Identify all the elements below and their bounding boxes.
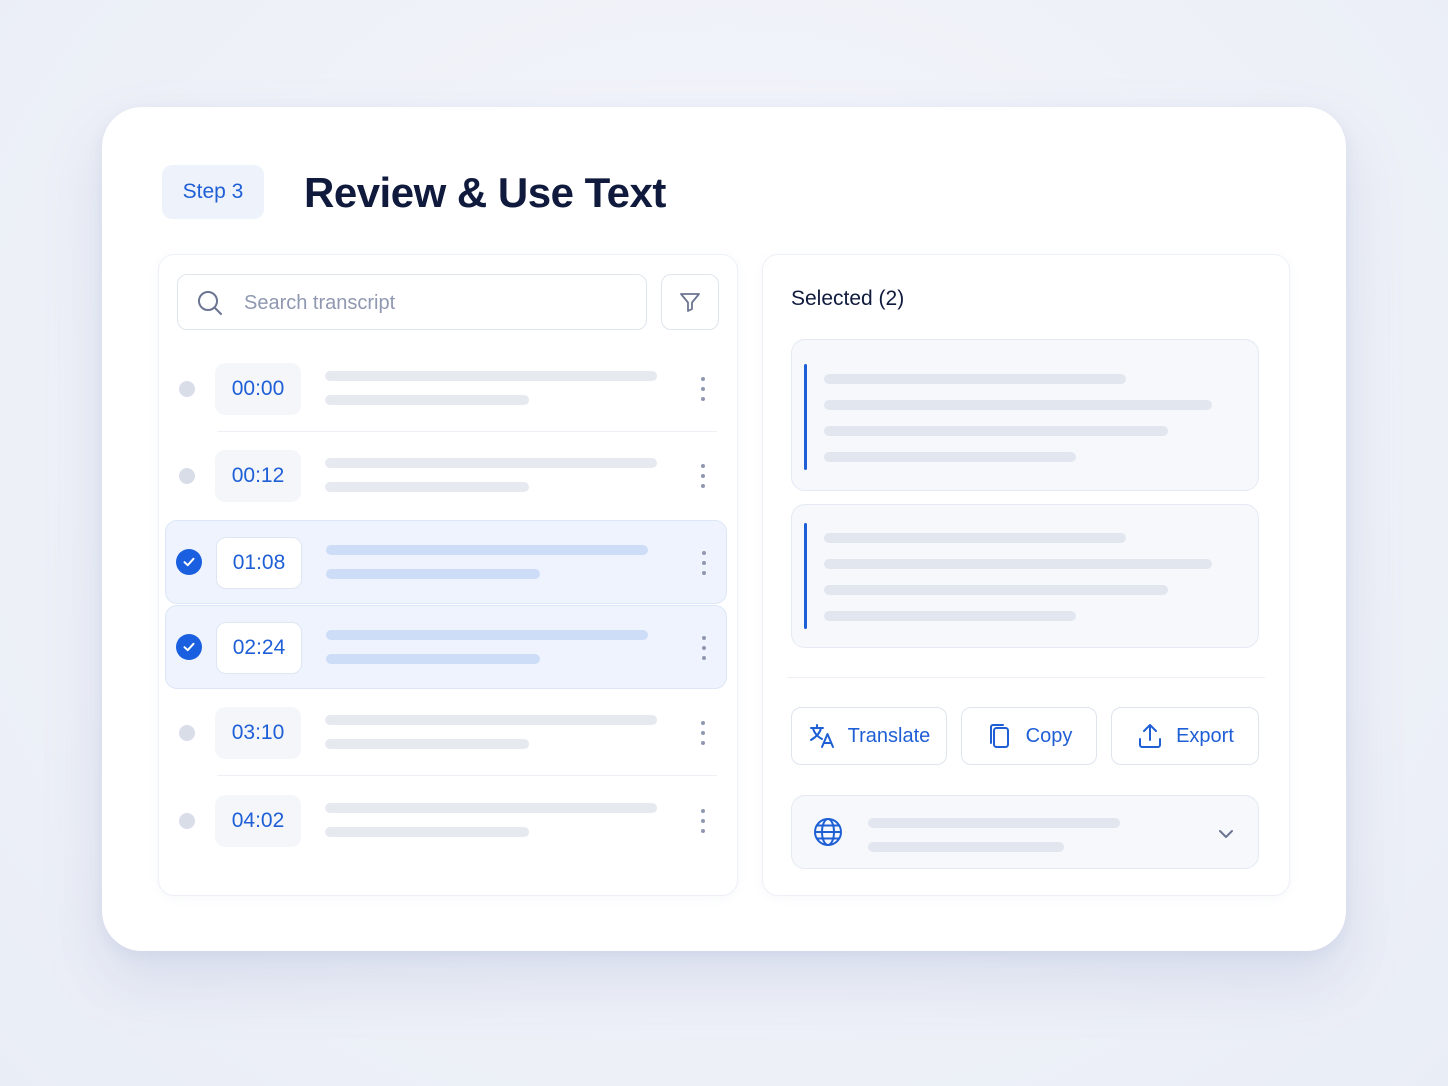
- selected-snippet[interactable]: [791, 504, 1259, 648]
- check-icon[interactable]: [176, 549, 202, 575]
- more-vertical-icon[interactable]: [695, 373, 711, 405]
- text-placeholder-line: [824, 400, 1212, 410]
- timestamp[interactable]: 00:12: [215, 450, 301, 502]
- more-vertical-icon[interactable]: [696, 632, 712, 664]
- snippet-accent-bar: [804, 523, 807, 629]
- selected-snippet[interactable]: [791, 339, 1259, 491]
- timestamp[interactable]: 00:00: [215, 363, 301, 415]
- transcript-row-selected[interactable]: 01:08: [165, 520, 727, 604]
- text-placeholder-line: [325, 803, 657, 813]
- search-box[interactable]: [177, 274, 647, 330]
- text-placeholder-line: [325, 371, 657, 381]
- transcript-row[interactable]: 03:10: [165, 691, 727, 776]
- transcript-row[interactable]: 00:12: [165, 434, 727, 518]
- more-vertical-icon[interactable]: [695, 717, 711, 749]
- text-placeholder-line: [824, 533, 1126, 543]
- export-label: Export: [1176, 724, 1234, 747]
- globe-icon: [814, 818, 842, 846]
- text-placeholder-line: [326, 545, 648, 555]
- transcript-row[interactable]: 04:02: [165, 779, 727, 863]
- translate-label: Translate: [847, 724, 931, 747]
- export-button[interactable]: Export: [1111, 707, 1259, 765]
- unselected-dot[interactable]: [179, 468, 195, 484]
- text-placeholder-line: [824, 585, 1168, 595]
- page-background: Step 3 Review & Use Text 00:00: [0, 0, 1448, 1086]
- timestamp[interactable]: 04:02: [215, 795, 301, 847]
- row-divider: [217, 431, 717, 432]
- text-placeholder-line: [824, 611, 1076, 621]
- more-vertical-icon[interactable]: [695, 805, 711, 837]
- transcript-row[interactable]: 00:00: [165, 347, 727, 432]
- text-placeholder-line: [824, 426, 1168, 436]
- text-placeholder-line: [868, 842, 1064, 852]
- search-icon: [198, 291, 222, 315]
- text-placeholder-line: [325, 715, 657, 725]
- text-placeholder-line: [326, 630, 648, 640]
- text-placeholder-line: [326, 569, 540, 579]
- chevron-down-icon[interactable]: [1216, 824, 1236, 844]
- text-placeholder-line: [868, 818, 1120, 828]
- translate-button[interactable]: Translate: [791, 707, 947, 765]
- unselected-dot[interactable]: [179, 381, 195, 397]
- text-placeholder-line: [325, 827, 529, 837]
- language-select[interactable]: [791, 795, 1259, 869]
- check-icon[interactable]: [176, 634, 202, 660]
- selected-panel: Selected (2) Translate Copy Export: [762, 254, 1290, 896]
- timestamp[interactable]: 02:24: [216, 622, 302, 674]
- translate-icon: [809, 724, 834, 748]
- snippet-accent-bar: [804, 364, 807, 470]
- text-placeholder-line: [325, 395, 529, 405]
- copy-icon: [989, 724, 1009, 748]
- copy-button[interactable]: Copy: [961, 707, 1097, 765]
- filter-button[interactable]: [661, 274, 719, 330]
- unselected-dot[interactable]: [179, 813, 195, 829]
- copy-label: Copy: [1025, 724, 1073, 747]
- more-vertical-icon[interactable]: [696, 547, 712, 579]
- step-badge: Step 3: [162, 165, 264, 219]
- text-placeholder-line: [326, 654, 540, 664]
- text-placeholder-line: [325, 458, 657, 468]
- text-placeholder-line: [325, 739, 529, 749]
- text-placeholder-line: [824, 452, 1076, 462]
- panel-divider: [787, 677, 1265, 678]
- text-placeholder-line: [325, 482, 529, 492]
- review-card: Step 3 Review & Use Text 00:00: [102, 107, 1346, 951]
- row-divider: [217, 775, 717, 776]
- selected-count-title: Selected (2): [791, 287, 905, 310]
- transcript-panel: 00:00 00:12 01:08: [158, 254, 738, 896]
- text-placeholder-line: [824, 559, 1212, 569]
- text-placeholder-line: [824, 374, 1126, 384]
- filter-icon: [680, 293, 700, 312]
- export-icon: [1139, 724, 1162, 748]
- timestamp[interactable]: 03:10: [215, 707, 301, 759]
- page-title: Review & Use Text: [304, 169, 666, 216]
- unselected-dot[interactable]: [179, 725, 195, 741]
- search-input[interactable]: [244, 285, 624, 321]
- step-label: Step 3: [182, 180, 244, 203]
- transcript-row-selected[interactable]: 02:24: [165, 605, 727, 689]
- more-vertical-icon[interactable]: [695, 460, 711, 492]
- timestamp[interactable]: 01:08: [216, 537, 302, 589]
